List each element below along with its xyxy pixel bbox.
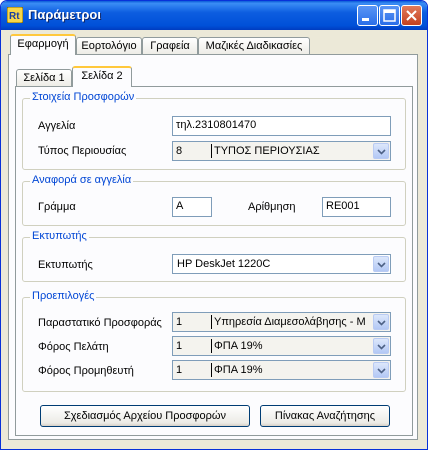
supplier-tax-description: ΦΠΑ 19% bbox=[214, 364, 263, 376]
tab-calendar[interactable]: Εορτολόγιο bbox=[76, 37, 142, 55]
printer-group-title: Εκτυπωτής bbox=[30, 230, 89, 242]
supplier-tax-dropdown-button[interactable] bbox=[373, 362, 389, 378]
close-icon bbox=[406, 10, 417, 21]
client-tax-label: Φόρος Πελάτη bbox=[38, 341, 109, 353]
ad-input[interactable]: τηλ.2310801470 bbox=[172, 116, 391, 136]
defaults-group-title: Προεπιλογές bbox=[30, 290, 97, 302]
client-tax-description: ΦΠΑ 19% bbox=[214, 340, 263, 352]
letter-label: Γράμμα bbox=[38, 201, 76, 213]
supplier-tax-number: 1 bbox=[176, 364, 183, 376]
offer-document-combo[interactable]: 1 Υπηρεσία Διαμεσολάβησης - Μ bbox=[172, 312, 391, 332]
printer-group: Εκτυπωτής Εκτυπωτής HP DeskJet 1220C bbox=[22, 230, 406, 282]
printer-value: HP DeskJet 1220C bbox=[177, 258, 271, 270]
offer-document-description: Υπηρεσία Διαμεσολάβησης - Μ bbox=[214, 316, 366, 328]
printer-combo[interactable]: HP DeskJet 1220C bbox=[172, 254, 391, 274]
tab-application[interactable]: Εφαρμογή bbox=[10, 34, 76, 55]
tab-offices[interactable]: Γραφεία bbox=[142, 37, 198, 55]
application-panel: Σελίδα 1 Σελίδα 2 Στοιχεία Προσφορών Αγγ… bbox=[8, 54, 418, 440]
defaults-group: Προεπιλογές Παραστατικό Προσφοράς 1 Υπηρ… bbox=[22, 290, 406, 392]
ad-reference-group-title: Αναφορά σε αγγελία bbox=[30, 174, 134, 186]
window-client: Εφαρμογή Εορτολόγιο Γραφεία Μαζικές Διαδ… bbox=[4, 30, 424, 448]
property-type-label: Τύπος Περιουσίας bbox=[38, 145, 127, 157]
tab-page-2[interactable]: Σελίδα 2 bbox=[72, 66, 132, 87]
supplier-tax-label: Φόρος Προμηθευτή bbox=[38, 365, 134, 377]
property-type-combo[interactable]: 8 ΤΥΠΟΣ ΠΕΡΙΟΥΣΙΑΣ bbox=[172, 141, 391, 161]
minimize-button[interactable] bbox=[357, 5, 378, 26]
chevron-down-icon bbox=[377, 368, 386, 374]
combo-separator bbox=[211, 315, 212, 329]
design-offers-file-button[interactable]: Σχεδιασμός Αρχείου Προσφορών bbox=[40, 405, 250, 427]
tab-page-1[interactable]: Σελίδα 1 bbox=[16, 69, 72, 87]
search-table-button[interactable]: Πίνακας Αναζήτησης bbox=[260, 405, 390, 427]
chevron-down-icon bbox=[377, 320, 386, 326]
chevron-down-icon bbox=[377, 149, 386, 155]
offers-group-title: Στοιχεία Προσφορών bbox=[30, 91, 137, 103]
combo-separator bbox=[211, 144, 212, 158]
offers-group: Στοιχεία Προσφορών Αγγελία τηλ.231080147… bbox=[22, 91, 406, 170]
offer-document-label: Παραστατικό Προσφοράς bbox=[38, 317, 162, 329]
numbering-label: Αρίθμηση bbox=[248, 201, 296, 213]
letter-input[interactable]: A bbox=[172, 197, 212, 217]
ad-reference-group: Αναφορά σε αγγελία Γράμμα A Αρίθμηση RE0… bbox=[22, 174, 406, 226]
ad-label: Αγγελία bbox=[38, 120, 76, 132]
client-tax-combo[interactable]: 1 ΦΠΑ 19% bbox=[172, 336, 391, 356]
close-button[interactable] bbox=[401, 5, 422, 26]
offer-document-number: 1 bbox=[176, 316, 183, 328]
tab-bulk-procedures[interactable]: Μαζικές Διαδικασίες bbox=[198, 37, 310, 55]
client-tax-number: 1 bbox=[176, 340, 183, 352]
page-2-panel: Στοιχεία Προσφορών Αγγελία τηλ.231080147… bbox=[15, 86, 413, 436]
maximize-button[interactable] bbox=[379, 5, 400, 26]
property-type-number: 8 bbox=[176, 145, 183, 157]
window-title: Παράμετροι bbox=[28, 7, 101, 22]
svg-text:Rt: Rt bbox=[9, 11, 20, 22]
printer-label: Εκτυπωτής bbox=[38, 259, 93, 271]
title-bar[interactable]: Rt Παράμετροι bbox=[1, 1, 427, 30]
property-type-description: ΤΥΠΟΣ ΠΕΡΙΟΥΣΙΑΣ bbox=[214, 145, 320, 157]
app-icon: Rt bbox=[7, 7, 23, 23]
chevron-down-icon bbox=[377, 262, 386, 268]
chevron-down-icon bbox=[377, 344, 386, 350]
property-type-dropdown-button[interactable] bbox=[373, 143, 389, 159]
supplier-tax-combo[interactable]: 1 ΦΠΑ 19% bbox=[172, 360, 391, 380]
maximize-icon bbox=[383, 9, 396, 22]
combo-separator bbox=[211, 339, 212, 353]
minimize-icon bbox=[362, 18, 369, 21]
offer-document-dropdown-button[interactable] bbox=[373, 314, 389, 330]
combo-separator bbox=[211, 363, 212, 377]
numbering-input[interactable]: RE001 bbox=[322, 197, 391, 217]
parameters-window: Rt Παράμετροι Εφαρμογή Εορτολόγιο Γραφεί… bbox=[0, 0, 428, 450]
printer-dropdown-button[interactable] bbox=[373, 256, 389, 272]
client-tax-dropdown-button[interactable] bbox=[373, 338, 389, 354]
